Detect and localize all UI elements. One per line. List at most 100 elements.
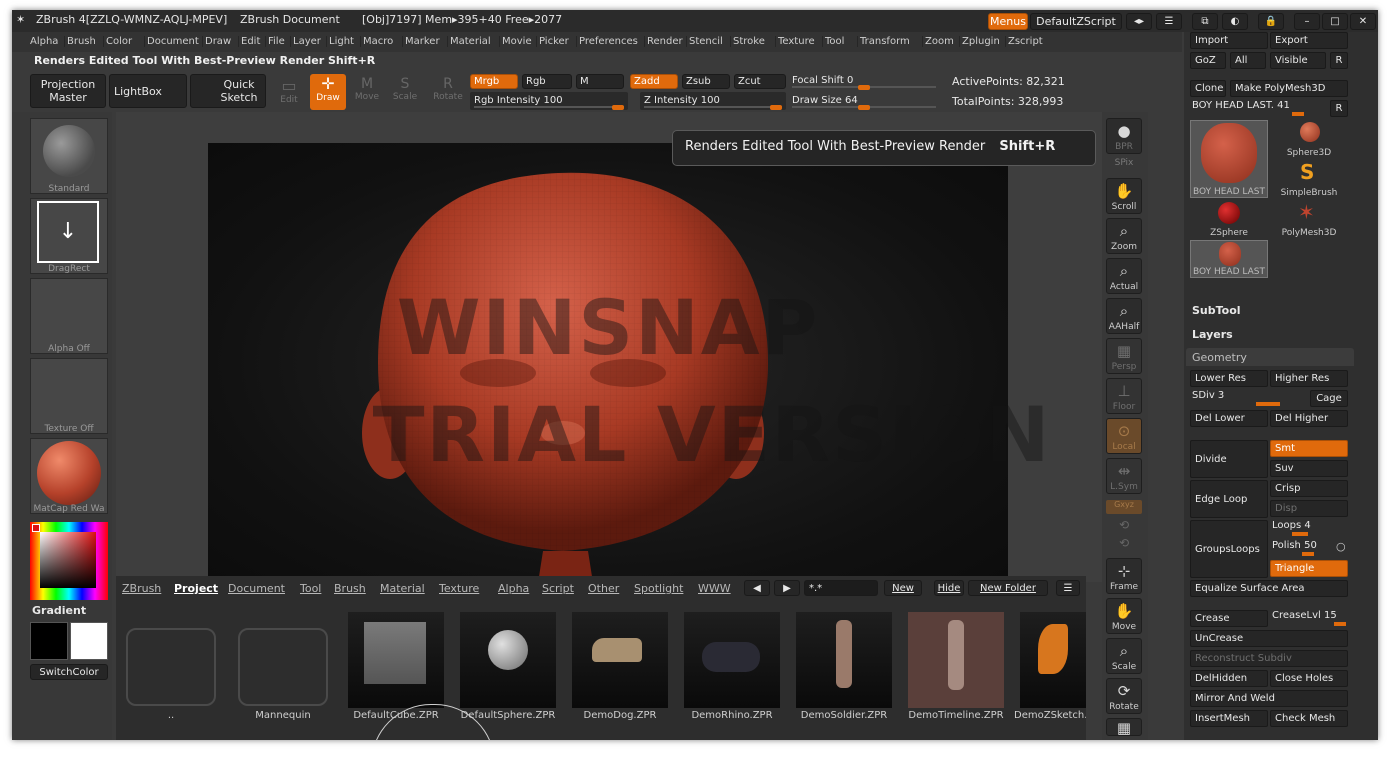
projection-master-button[interactable]: Projection Master	[30, 74, 106, 108]
menu-stroke[interactable]: Stroke	[730, 36, 767, 47]
demozsketch-thumb[interactable]	[1020, 612, 1086, 708]
persp-button[interactable]: ▦ Persp	[1106, 338, 1142, 374]
menu-tool[interactable]: Tool	[822, 36, 846, 47]
menu-render[interactable]: Render	[644, 36, 685, 47]
spix-slider[interactable]: SPix	[1106, 158, 1142, 168]
menu-alpha[interactable]: Alpha	[28, 36, 60, 47]
lightbox-tab-document[interactable]: Document	[228, 582, 285, 595]
bpr-button[interactable]: ● BPR	[1106, 118, 1142, 154]
demorhino-thumb[interactable]	[684, 612, 780, 708]
goz-r-button[interactable]: R	[1330, 52, 1348, 69]
clone-button[interactable]: Clone	[1190, 80, 1226, 97]
menu-material[interactable]: Material	[447, 36, 493, 47]
lock-icon[interactable]: 🔒	[1258, 13, 1284, 30]
draw-mode-button[interactable]: ✛ Draw	[310, 74, 346, 110]
rgb-intensity-knob[interactable]	[612, 105, 624, 110]
defaultsphere-thumb[interactable]	[460, 612, 556, 708]
color-picker[interactable]	[30, 522, 108, 600]
del-lower-button[interactable]: Del Lower	[1190, 410, 1268, 427]
close-icon[interactable]: ✕	[1350, 13, 1376, 30]
menu-marker[interactable]: Marker	[402, 36, 442, 47]
tool-thumb-boyhead-2[interactable]: BOY HEAD LAST	[1190, 240, 1268, 278]
tool-thumb-zsphere[interactable]: ZSphere	[1190, 200, 1268, 238]
xyz-button[interactable]: Gxyz	[1106, 500, 1142, 514]
export-button[interactable]: Export	[1270, 32, 1348, 49]
lightbox-new-button[interactable]: New	[884, 580, 922, 596]
default-zscript-button[interactable]: DefaultZScript	[1030, 13, 1122, 30]
move-view-button[interactable]: ✋ Move	[1106, 598, 1142, 634]
zcut-button[interactable]: Zcut	[734, 74, 786, 89]
lightbox-tab-spotlight[interactable]: Spotlight	[634, 582, 683, 595]
gradient-label[interactable]: Gradient	[32, 604, 86, 617]
scale-view-button[interactable]: ⌕ Scale	[1106, 638, 1142, 674]
suv-toggle[interactable]: Suv	[1270, 460, 1348, 477]
cage-button[interactable]: Cage	[1310, 390, 1348, 407]
defaultcube-thumb[interactable]	[348, 612, 444, 708]
equalize-surface-area-button[interactable]: Equalize Surface Area	[1190, 580, 1348, 597]
lightbox-tab-alpha[interactable]: Alpha	[498, 582, 529, 595]
brightness-icon[interactable]: ◐	[1222, 13, 1248, 30]
lightbox-hide-button[interactable]: Hide	[934, 580, 964, 596]
make-polymesh-button[interactable]: Make PolyMesh3D	[1230, 80, 1348, 97]
zoom-button[interactable]: ⌕ Zoom	[1106, 218, 1142, 254]
lightbox-tab-material[interactable]: Material	[380, 582, 425, 595]
draw-size-slider[interactable]: Draw Size 64	[788, 92, 940, 110]
scale-mode-button[interactable]: S Scale	[388, 76, 422, 110]
layout-bars-icon[interactable]: ☰	[1156, 13, 1182, 30]
menu-zoom[interactable]: Zoom	[922, 36, 956, 47]
menu-preferences[interactable]: Preferences	[576, 36, 640, 47]
disp-slider[interactable]: Disp	[1270, 500, 1348, 517]
divide-button[interactable]: Divide	[1190, 440, 1268, 478]
crease-button[interactable]: Crease	[1190, 610, 1268, 627]
current-tool-slider[interactable]: BOY HEAD LAST. 41	[1192, 100, 1328, 116]
triangle-toggle[interactable]: Triangle	[1270, 560, 1348, 577]
menu-transform[interactable]: Transform	[857, 36, 912, 47]
menu-draw[interactable]: Draw	[202, 36, 233, 47]
focal-shift-slider[interactable]: Focal Shift 0	[788, 72, 940, 90]
move-mode-button[interactable]: M Move	[350, 76, 384, 110]
document-canvas[interactable]: WINSNAP	[208, 143, 1008, 583]
rotate-z-icon[interactable]: ⟲	[1106, 536, 1142, 550]
quick-sketch-button[interactable]: Quick Sketch	[190, 74, 266, 108]
scroll-button[interactable]: ✋ Scroll	[1106, 178, 1142, 214]
loops-slider[interactable]: Loops 4	[1272, 520, 1348, 537]
menus-button[interactable]: Menus	[988, 13, 1028, 30]
menu-document[interactable]: Document	[144, 36, 201, 47]
creaselvl-slider[interactable]: CreaseLvl 15	[1272, 610, 1348, 627]
actual-button[interactable]: ⌕ Actual	[1106, 258, 1142, 294]
secondary-color-swatch[interactable]	[70, 622, 108, 660]
demotimeline-thumb[interactable]	[908, 612, 1004, 708]
current-tool-knob[interactable]	[1292, 112, 1304, 116]
visible-button[interactable]: Visible	[1270, 52, 1326, 69]
mirror-and-weld-button[interactable]: Mirror And Weld	[1190, 690, 1348, 707]
menu-brush[interactable]: Brush	[64, 36, 98, 47]
z-intensity-knob[interactable]	[770, 105, 782, 110]
check-mesh-button[interactable]: Check Mesh	[1270, 710, 1348, 727]
geometry-header[interactable]: Geometry	[1186, 348, 1354, 366]
lightbox-next-button[interactable]: ▶	[774, 580, 800, 596]
z-intensity-slider[interactable]: Z Intensity 100	[640, 92, 786, 110]
panel-toggle-icon[interactable]: ◂▸	[1126, 13, 1152, 30]
frame-button[interactable]: ⊹ Frame	[1106, 558, 1142, 594]
tool-r-button[interactable]: R	[1330, 100, 1348, 117]
floor-button[interactable]: ⊥ Floor	[1106, 378, 1142, 414]
maximize-icon[interactable]: □	[1322, 13, 1348, 30]
loops-knob[interactable]	[1292, 532, 1308, 536]
lightbox-tab-other[interactable]: Other	[588, 582, 619, 595]
focal-shift-knob[interactable]	[858, 85, 870, 90]
zadd-button[interactable]: Zadd	[630, 74, 678, 89]
tool-thumb-simplebrush[interactable]: S SimpleBrush	[1270, 160, 1348, 198]
color-square[interactable]	[40, 532, 96, 588]
brush-slot[interactable]: Standard	[30, 118, 108, 194]
del-higher-button[interactable]: Del Higher	[1270, 410, 1348, 427]
tool-thumb-polymesh3d[interactable]: ✶ PolyMesh3D	[1270, 200, 1348, 238]
lightbox-tab-tool[interactable]: Tool	[300, 582, 321, 595]
lightbox-prev-button[interactable]: ◀	[744, 580, 770, 596]
insertmesh-button[interactable]: InsertMesh	[1190, 710, 1268, 727]
smt-toggle[interactable]: Smt	[1270, 440, 1348, 457]
groupsloops-button[interactable]: GroupsLoops	[1190, 520, 1268, 578]
menu-movie[interactable]: Movie	[499, 36, 534, 47]
polish-knob[interactable]	[1302, 552, 1314, 556]
mrgb-button[interactable]: Mrgb	[470, 74, 518, 89]
lightbox-new-folder-button[interactable]: New Folder	[968, 580, 1048, 596]
